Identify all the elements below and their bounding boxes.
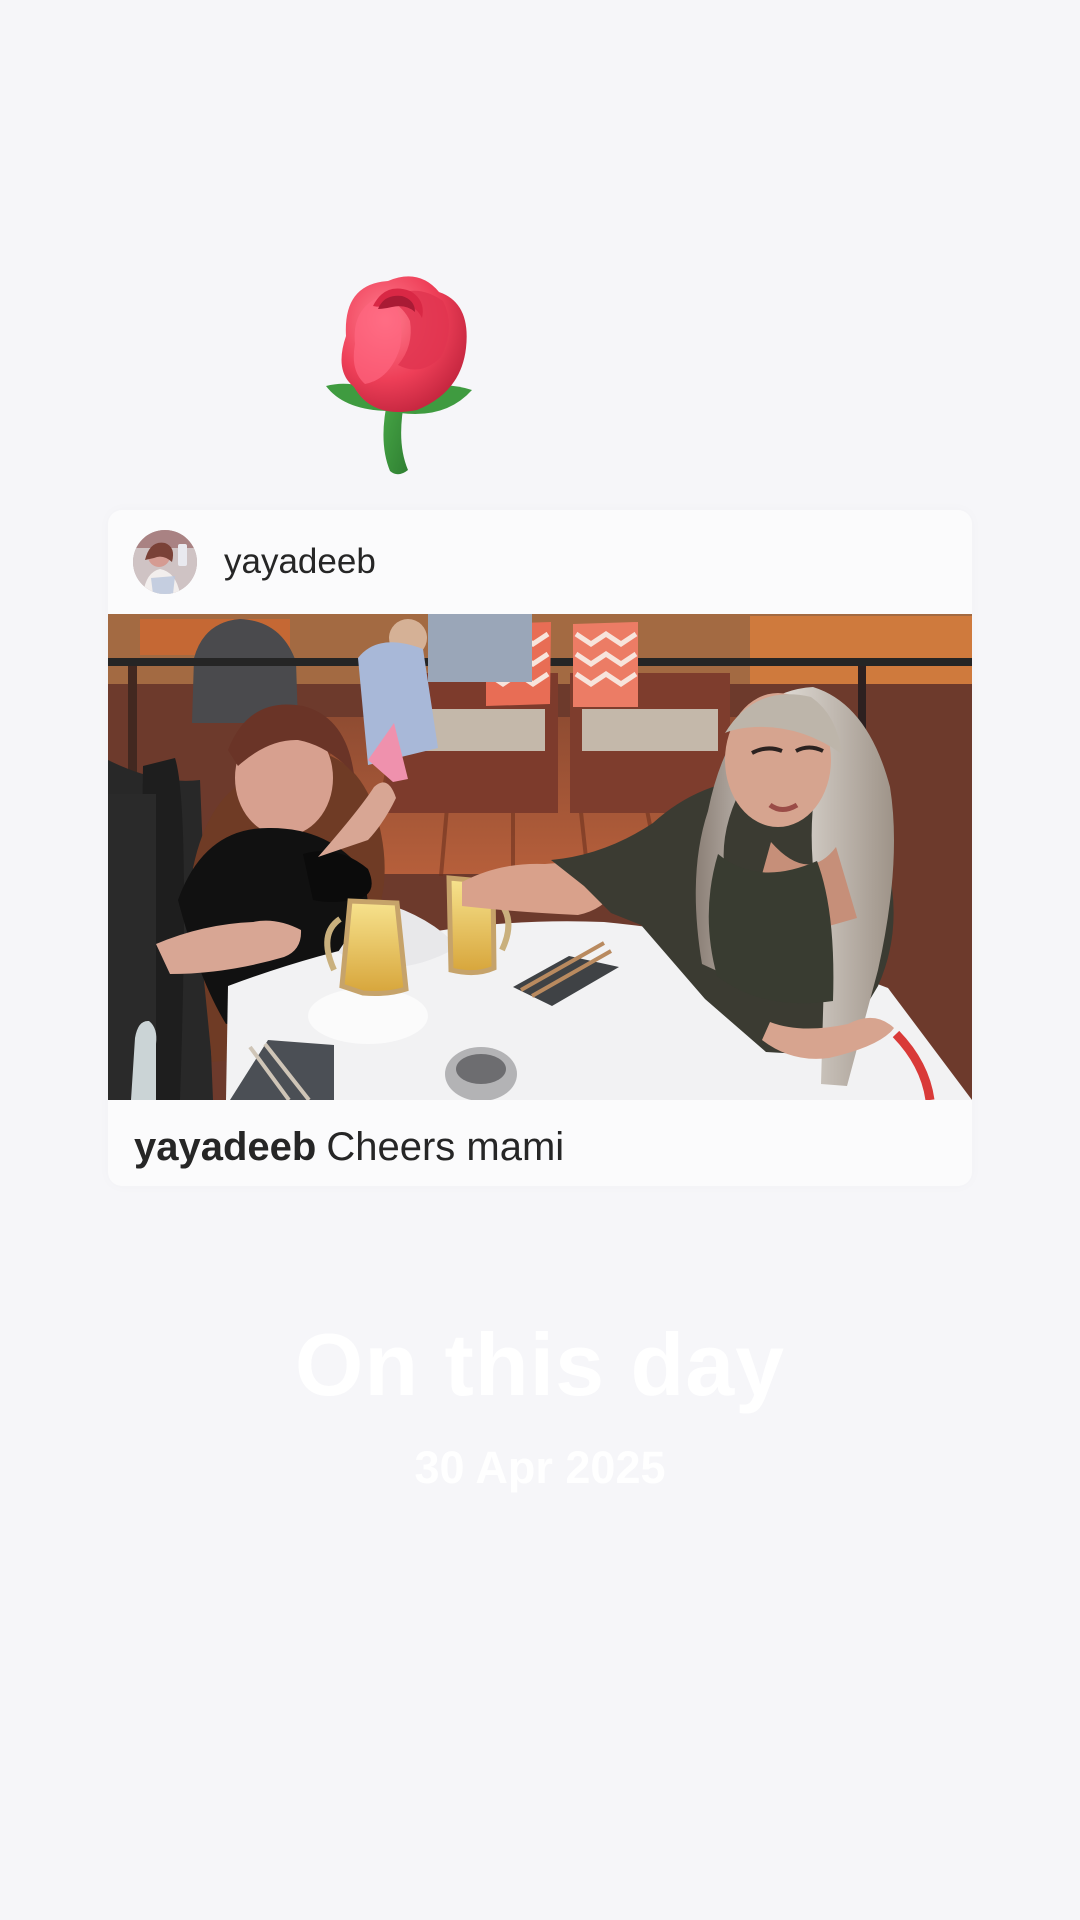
profile-avatar (133, 530, 197, 594)
rose-sticker[interactable] (318, 266, 494, 478)
post-header: yayadeeb (108, 510, 972, 614)
avatar[interactable] (133, 530, 197, 594)
caption-username[interactable]: yayadeeb (134, 1125, 316, 1169)
memory-title: On this day (294, 1315, 786, 1414)
shared-post-card[interactable]: yayadeeb yayadeeb Cheers mami (108, 510, 972, 1186)
memory-date: 30 Apr 2025 (414, 1442, 666, 1493)
caption-text: Cheers mami (326, 1125, 565, 1169)
post-photo[interactable] (108, 614, 972, 1102)
rose-icon (326, 276, 472, 475)
photo-two-women-cheers (108, 614, 972, 1102)
post-caption: yayadeeb Cheers mami (134, 1122, 564, 1172)
post-username[interactable]: yayadeeb (224, 540, 376, 584)
